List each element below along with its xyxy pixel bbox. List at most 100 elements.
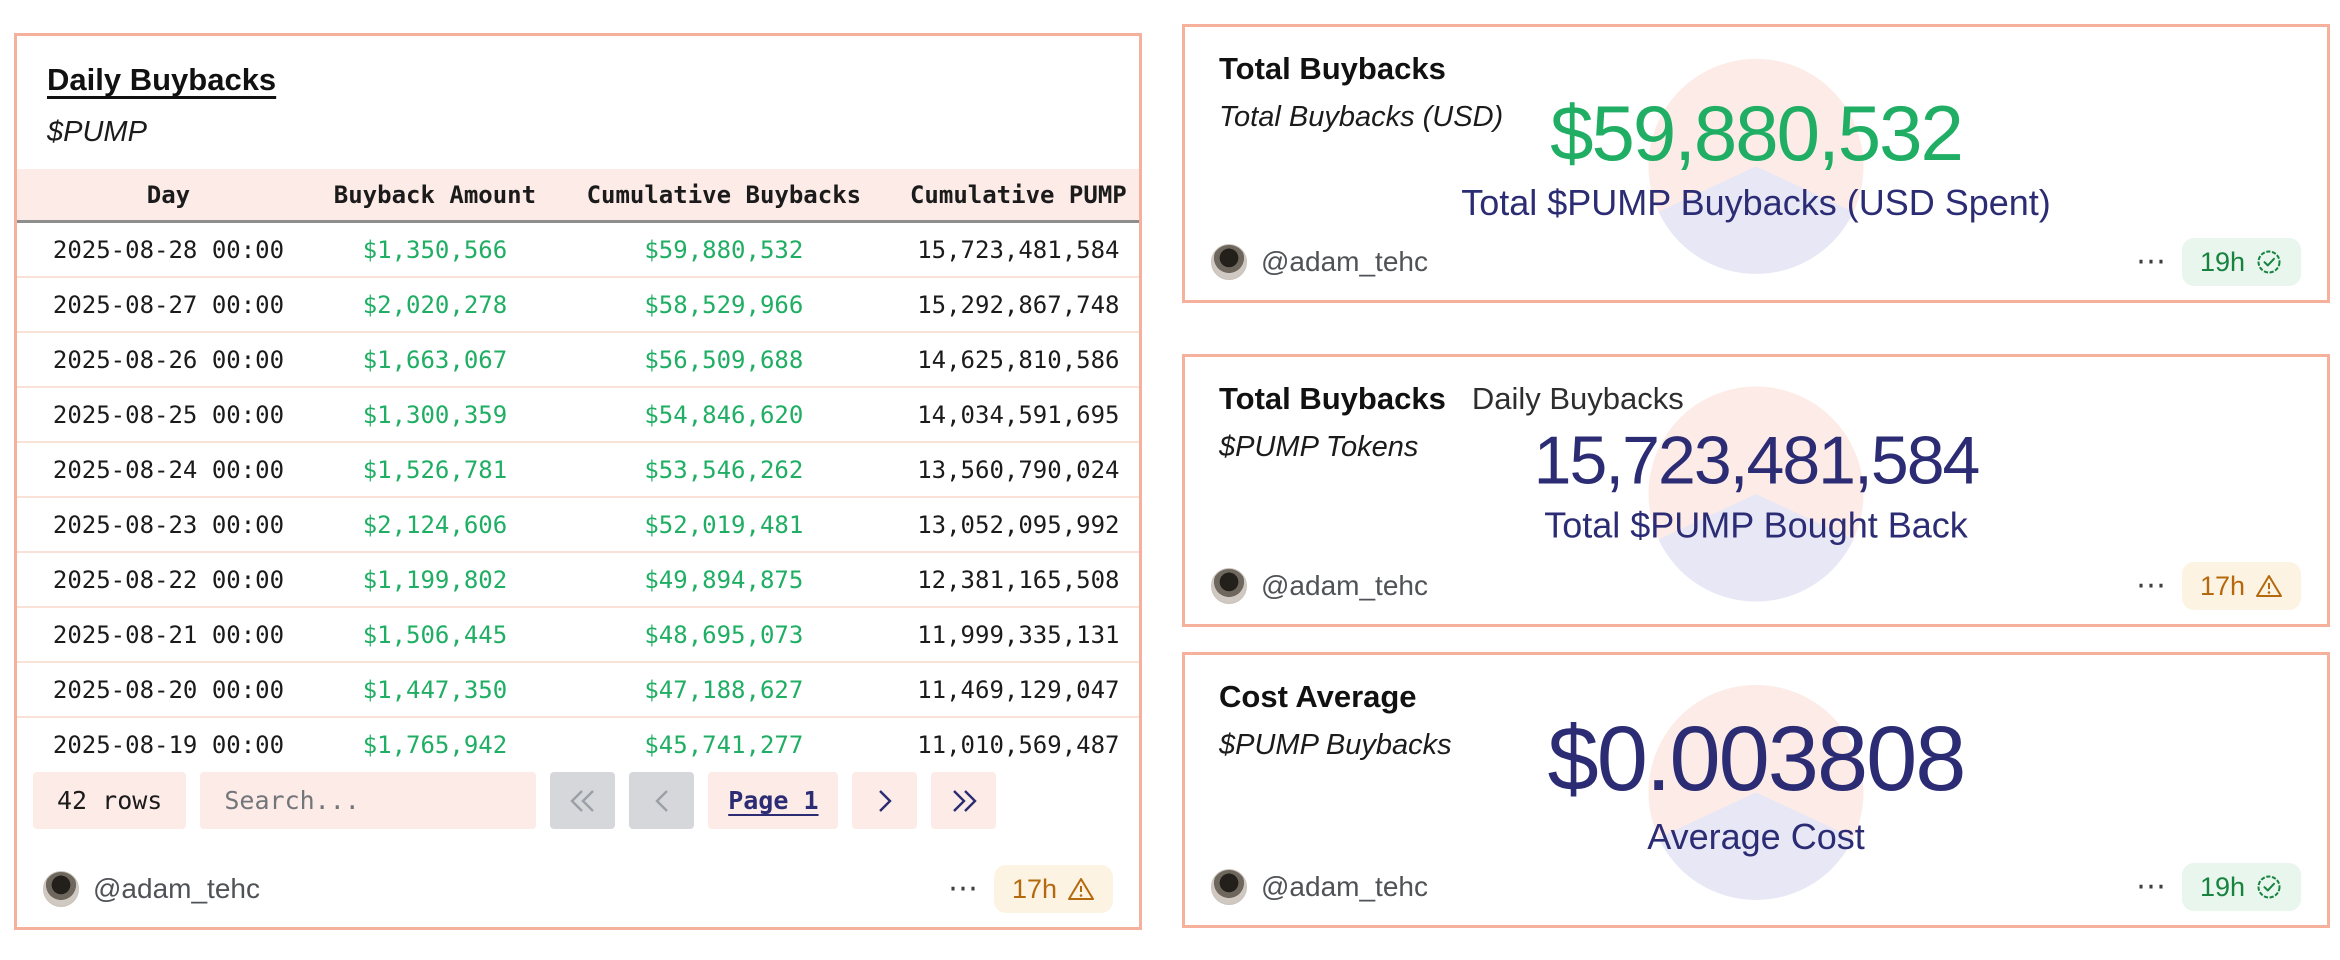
chevron-left-icon [653,788,671,814]
cell-cumulative-buybacks: $58,529,966 [550,291,898,319]
table-body: 2025-08-28 00:00 $1,350,566 $59,880,532 … [17,223,1139,758]
cell-cumulative-pump: 15,292,867,748 [898,291,1139,319]
card-title: Total Buybacks [1219,51,1446,87]
cell-buyback-amount: $1,447,350 [320,676,550,704]
warning-icon [2255,573,2283,599]
stat-value-area: 15,723,481,584 Total $PUMP Bought Back [1185,425,2327,546]
avatar[interactable] [1211,869,1247,905]
stat-value: $0.003808 [1548,711,1965,808]
cell-cumulative-buybacks: $47,188,627 [550,676,898,704]
cell-buyback-amount: $2,124,606 [320,511,550,539]
cell-cumulative-buybacks: $56,509,688 [550,346,898,374]
stat-caption: Total $PUMP Buybacks (USD Spent) [1461,182,2051,224]
cell-day: 2025-08-21 00:00 [17,621,320,649]
table-controls: 42 rows Page 1 [17,758,1139,829]
cell-cumulative-buybacks: $45,741,277 [550,731,898,759]
verified-check-icon [2255,873,2283,901]
panel-title: Daily Buybacks [47,62,276,98]
total-buybacks-usd-card: Total Buybacks Total Buybacks (USD) $59,… [1182,24,2330,303]
cell-cumulative-buybacks: $54,846,620 [550,401,898,429]
next-page-button[interactable] [852,772,917,829]
table-row: 2025-08-27 00:00 $2,020,278 $58,529,966 … [17,278,1139,333]
cell-buyback-amount: $1,199,802 [320,566,550,594]
card-attribution: @adam_tehc ⋯ 19h [1211,863,2301,911]
stat-value: 15,723,481,584 [1534,425,1979,496]
cell-buyback-amount: $1,300,359 [320,401,550,429]
table-row: 2025-08-25 00:00 $1,300,359 $54,846,620 … [17,388,1139,443]
cell-day: 2025-08-23 00:00 [17,511,320,539]
table-row: 2025-08-21 00:00 $1,506,445 $48,695,073 … [17,608,1139,663]
refresh-age-badge[interactable]: 19h [2182,863,2301,911]
cell-cumulative-pump: 11,999,335,131 [898,621,1139,649]
table-row: 2025-08-23 00:00 $2,124,606 $52,019,481 … [17,498,1139,553]
row-count-badge: 42 rows [33,772,186,829]
column-header-cumulative-pump: Cumulative PUMP [898,181,1139,209]
double-chevron-right-icon [949,788,979,814]
cell-cumulative-pump: 14,625,810,586 [898,346,1139,374]
more-options-icon[interactable]: ⋯ [948,874,980,904]
table-row: 2025-08-28 00:00 $1,350,566 $59,880,532 … [17,223,1139,278]
panel-subtitle: $PUMP [47,116,1109,149]
card-title: Total Buybacks [1219,381,1446,417]
last-page-button[interactable] [931,772,996,829]
cell-buyback-amount: $1,506,445 [320,621,550,649]
column-header-cumulative-buybacks: Cumulative Buybacks [550,181,898,209]
author-handle[interactable]: @adam_tehc [1261,871,1428,903]
first-page-button[interactable] [550,772,615,829]
refresh-age-badge[interactable]: 17h [2182,562,2301,610]
column-header-day: Day [17,181,320,209]
avatar[interactable] [43,871,79,907]
cell-day: 2025-08-25 00:00 [17,401,320,429]
cell-cumulative-pump: 13,052,095,992 [898,511,1139,539]
cell-day: 2025-08-19 00:00 [17,731,320,759]
table-row: 2025-08-22 00:00 $1,199,802 $49,894,875 … [17,553,1139,608]
table-row: 2025-08-19 00:00 $1,765,942 $45,741,277 … [17,718,1139,758]
search-input[interactable] [200,772,536,829]
refresh-age-badge[interactable]: 19h [2182,238,2301,286]
cell-cumulative-buybacks: $59,880,532 [550,236,898,264]
more-options-icon[interactable]: ⋯ [2136,872,2168,902]
stat-value-area: $59,880,532 Total $PUMP Buybacks (USD Sp… [1185,92,2327,224]
column-header-buyback-amount: Buyback Amount [320,181,550,209]
double-chevron-left-icon [568,788,598,814]
buybacks-table: Day Buyback Amount Cumulative Buybacks C… [17,169,1139,758]
warning-icon [1067,876,1095,902]
avatar[interactable] [1211,568,1247,604]
cell-day: 2025-08-20 00:00 [17,676,320,704]
avatar[interactable] [1211,244,1247,280]
author-handle[interactable]: @adam_tehc [1261,570,1428,602]
cost-average-card: Cost Average $PUMP Buybacks $0.003808 Av… [1182,652,2330,928]
cell-cumulative-pump: 12,381,165,508 [898,566,1139,594]
author-handle[interactable]: @adam_tehc [93,873,260,905]
cell-day: 2025-08-28 00:00 [17,236,320,264]
page-indicator[interactable]: Page 1 [708,772,838,829]
more-options-icon[interactable]: ⋯ [2136,247,2168,277]
more-options-icon[interactable]: ⋯ [2136,571,2168,601]
cell-day: 2025-08-27 00:00 [17,291,320,319]
cell-cumulative-pump: 11,010,569,487 [898,731,1139,759]
table-row: 2025-08-20 00:00 $1,447,350 $47,188,627 … [17,663,1139,718]
cell-day: 2025-08-26 00:00 [17,346,320,374]
table-row: 2025-08-24 00:00 $1,526,781 $53,546,262 … [17,443,1139,498]
cell-buyback-amount: $1,765,942 [320,731,550,759]
cell-cumulative-pump: 11,469,129,047 [898,676,1139,704]
cell-cumulative-pump: 14,034,591,695 [898,401,1139,429]
age-label: 17h [2200,571,2245,602]
daily-buybacks-panel: Daily Buybacks $PUMP Day Buyback Amount … [14,33,1142,930]
cell-buyback-amount: $1,663,067 [320,346,550,374]
stat-caption: Total $PUMP Bought Back [1544,504,1968,546]
table-header-row: Day Buyback Amount Cumulative Buybacks C… [17,169,1139,223]
card-attribution: @adam_tehc ⋯ 17h [1211,562,2301,610]
age-label: 19h [2200,872,2245,903]
cell-cumulative-buybacks: $49,894,875 [550,566,898,594]
card-title: Cost Average [1219,679,1417,715]
age-label: 19h [2200,247,2245,278]
stat-value: $59,880,532 [1550,92,1962,174]
panel-attribution: @adam_tehc ⋯ 17h [43,865,1113,913]
age-label: 17h [1012,874,1057,905]
card-secondary-title: Daily Buybacks [1472,381,1684,417]
refresh-age-badge[interactable]: 17h [994,865,1113,913]
prev-page-button[interactable] [629,772,694,829]
author-handle[interactable]: @adam_tehc [1261,246,1428,278]
cell-cumulative-buybacks: $53,546,262 [550,456,898,484]
